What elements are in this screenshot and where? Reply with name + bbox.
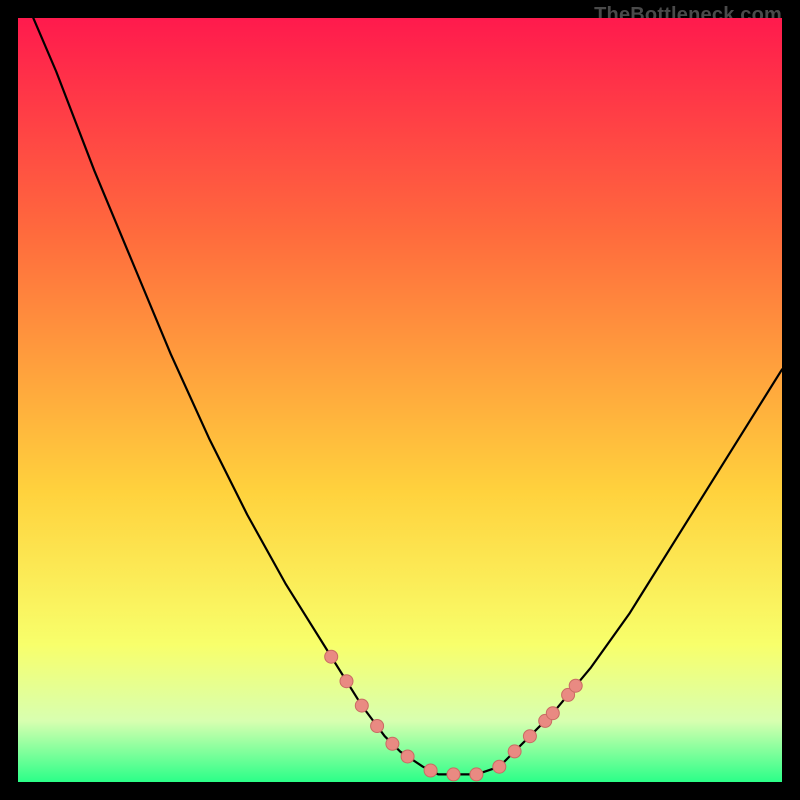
chart-stage: TheBottleneck.com [0,0,800,800]
valley-dot [371,720,384,733]
valley-dot [569,679,582,692]
valley-dot [355,699,368,712]
valley-dot [325,650,338,663]
chart-svg [18,18,782,782]
valley-dot [523,730,536,743]
gradient-bg [18,18,782,782]
valley-dot [386,737,399,750]
valley-dot [340,675,353,688]
valley-dot [401,750,414,763]
valley-dot [546,707,559,720]
valley-dot [424,764,437,777]
plot-area [18,18,782,782]
valley-dot [447,768,460,781]
valley-dot [470,768,483,781]
valley-dot [493,760,506,773]
valley-dot [508,745,521,758]
